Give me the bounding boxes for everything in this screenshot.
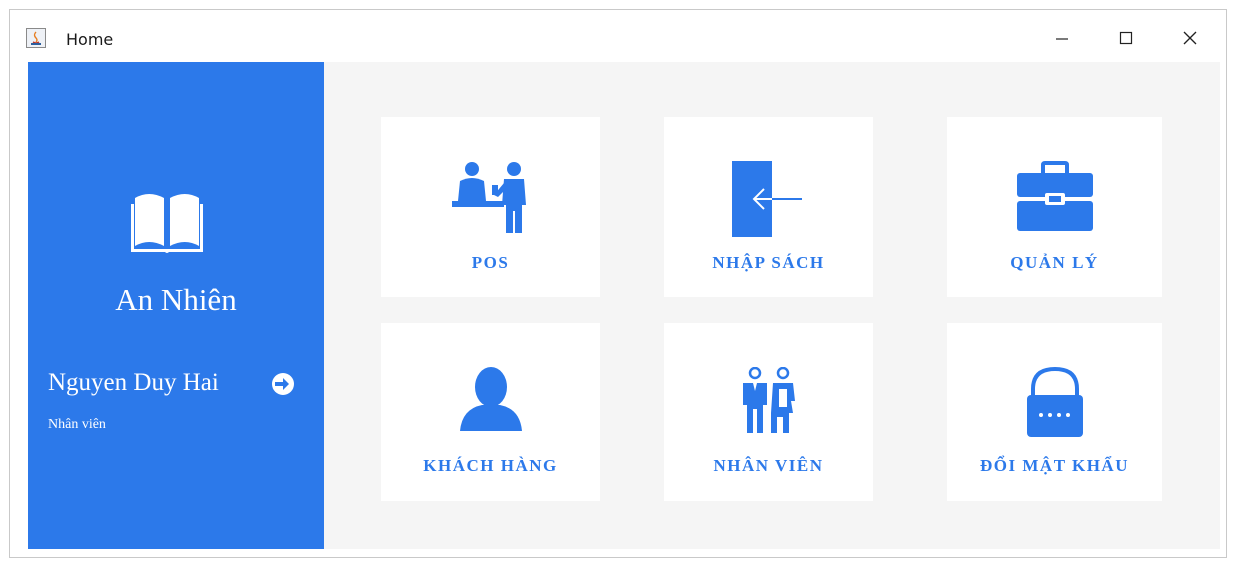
customers-tile[interactable]: KHÁCH HÀNG [381, 323, 600, 501]
change-password-tile[interactable]: ĐỔI MẬT KHẨU [947, 323, 1162, 501]
minimize-button[interactable] [1040, 22, 1084, 54]
staff-label: NHÂN VIÊN [713, 456, 824, 475]
staff-couple-icon [742, 367, 795, 433]
pos-tile[interactable]: POS [381, 117, 600, 297]
management-label: QUẢN LÝ [1010, 253, 1099, 272]
briefcase-icon [1016, 161, 1093, 231]
maximize-button[interactable] [1104, 22, 1148, 54]
main-menu: POS NHẬP SÁCH QUẢN LÝ KHÁCH HÀNG NHÂN VI… [324, 62, 1220, 549]
maximize-icon [1119, 31, 1133, 45]
brand-name: An Nhiên [115, 282, 237, 317]
cashier-people-icon [451, 162, 526, 233]
customers-label: KHÁCH HÀNG [423, 456, 558, 475]
import-books-label: NHẬP SÁCH [712, 253, 825, 272]
close-button[interactable] [1168, 22, 1212, 54]
java-app-icon [26, 28, 46, 48]
sidebar: An Nhiên Nguyen Duy Hai Nhân viên [28, 62, 324, 549]
user-silhouette-icon [459, 367, 522, 431]
padlock-icon [1026, 367, 1083, 437]
user-role: Nhân viên [48, 417, 106, 432]
window-title: Home [66, 30, 114, 49]
management-tile[interactable]: QUẢN LÝ [947, 117, 1162, 297]
pos-label: POS [471, 253, 510, 272]
logout-icon[interactable] [270, 371, 296, 397]
close-icon [1183, 31, 1197, 45]
home-window: Home An Nhiên Nguyen Duy Hai Nhân viên P… [9, 9, 1227, 558]
door-enter-icon [731, 161, 802, 237]
change-password-label: ĐỔI MẬT KHẨU [980, 456, 1129, 475]
open-book-icon [131, 194, 203, 253]
staff-tile[interactable]: NHÂN VIÊN [664, 323, 873, 501]
user-name: Nguyen Duy Hai [48, 369, 219, 396]
minimize-icon [1056, 38, 1068, 40]
import-books-tile[interactable]: NHẬP SÁCH [664, 117, 873, 297]
title-bar[interactable]: Home [10, 10, 1226, 62]
